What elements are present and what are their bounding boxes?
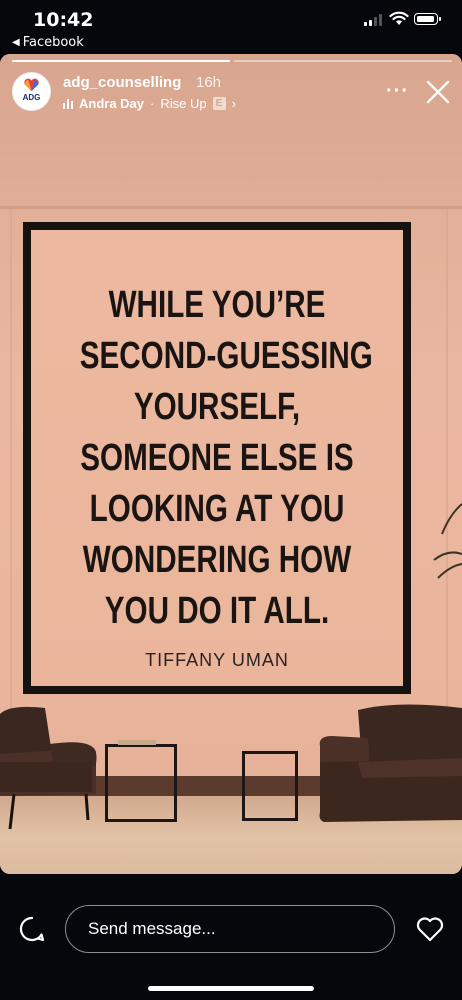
clock: 10:42 — [33, 9, 94, 31]
table-book — [118, 740, 156, 745]
chevron-right-icon: › — [231, 96, 236, 111]
music-artist: Andra Day — [79, 96, 145, 111]
armchair-left — [0, 706, 97, 830]
picture-frame: WHILE YOU’RE SECOND-GUESSING YOURSELF, S… — [23, 222, 411, 694]
more-options-button[interactable]: ··· — [386, 80, 409, 103]
avatar[interactable]: ADG — [12, 72, 51, 111]
music-separator: · — [150, 96, 155, 111]
username[interactable]: adg_counselling — [63, 74, 181, 91]
explicit-badge: E — [212, 97, 226, 110]
avatar-logo-text: ADG — [22, 93, 41, 102]
quote-line: YOURSELF, — [133, 386, 301, 428]
heart-icon[interactable] — [416, 916, 444, 942]
back-app-label: Facebook — [22, 35, 84, 50]
status-bar: 10:42 ◀ Facebook — [0, 0, 462, 54]
side-table — [105, 744, 177, 822]
story-progress — [12, 60, 452, 62]
back-to-app-link[interactable]: ◀ Facebook — [12, 35, 84, 50]
more-dots-icon: ··· — [386, 80, 409, 102]
progress-segment — [234, 60, 452, 62]
battery-icon — [414, 13, 441, 25]
quote-line: WONDERING HOW — [82, 539, 352, 581]
story-viewer[interactable]: ADG adg_counselling 16h Andra Day · Rise… — [0, 54, 462, 874]
home-indicator[interactable] — [148, 986, 314, 991]
wall-divider — [0, 206, 462, 209]
cellular-signal-icon — [364, 14, 382, 26]
chat-bubble-icon[interactable] — [19, 916, 45, 942]
audio-bars-icon — [63, 98, 73, 109]
wifi-icon — [389, 11, 409, 25]
quote-poster: WHILE YOU’RE SECOND-GUESSING YOURSELF, S… — [31, 230, 403, 686]
logo-heart-icon — [24, 78, 39, 92]
story-footer — [0, 890, 462, 1000]
quote-author: TIFFANY UMAN — [145, 650, 289, 670]
music-song: Rise Up — [160, 96, 207, 111]
back-arrow-icon: ◀ — [12, 37, 20, 48]
quote-line: LOOKING AT YOU — [89, 488, 345, 530]
wall-panel-line — [446, 209, 448, 769]
close-button[interactable] — [426, 80, 450, 104]
send-message-input[interactable] — [65, 905, 395, 953]
quote-line: WHILE YOU’RE — [108, 284, 326, 326]
progress-segment — [12, 60, 230, 62]
quote-line: YOU DO IT ALL. — [104, 590, 330, 632]
armchair-right — [319, 704, 462, 822]
music-attribution[interactable]: Andra Day · Rise Up E › — [63, 96, 236, 111]
quote-line: SECOND-GUESSING — [79, 335, 373, 377]
quote-line: SOMEONE ELSE IS — [80, 437, 354, 479]
quote-text: WHILE YOU’RE SECOND-GUESSING YOURSELF, S… — [79, 280, 373, 637]
story-header: ADG adg_counselling 16h Andra Day · Rise… — [12, 70, 452, 116]
post-age: 16h — [196, 74, 222, 91]
side-table — [242, 751, 298, 821]
plant-icon — [433, 503, 462, 579]
wall-panel-line — [10, 209, 12, 769]
